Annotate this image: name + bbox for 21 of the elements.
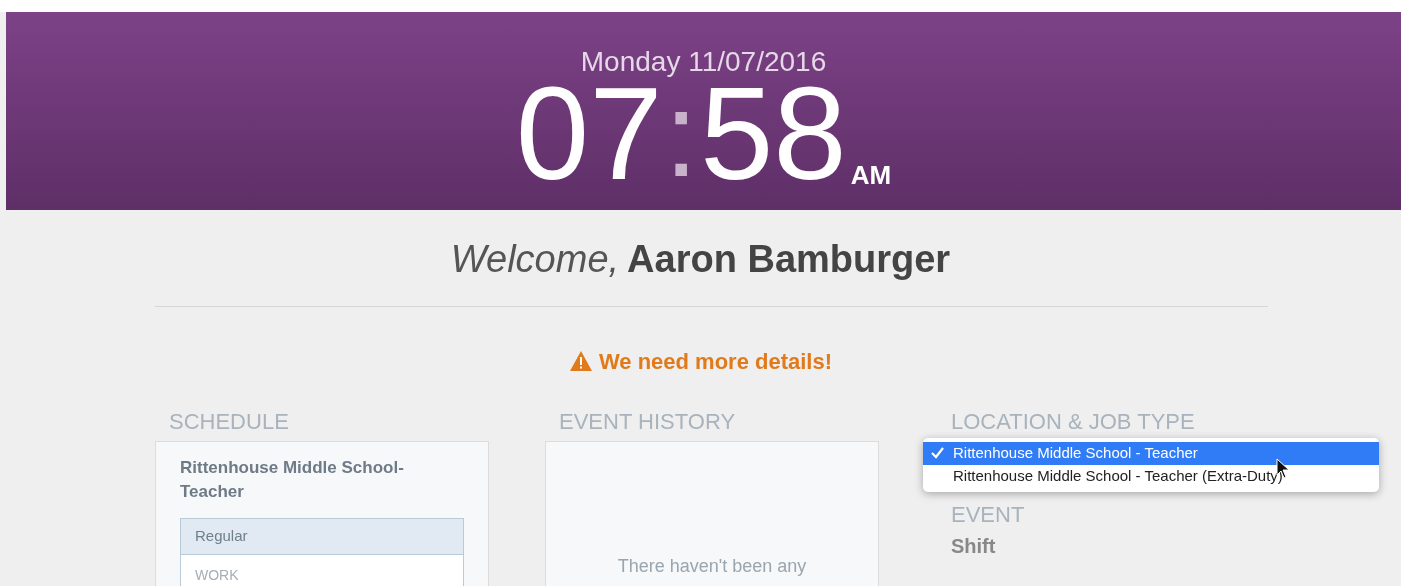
- section-title: EVENT HISTORY: [559, 407, 737, 435]
- shift-type-header: Regular: [181, 519, 463, 555]
- event-value: Shift: [951, 533, 997, 559]
- clock-minutes: 58: [699, 78, 847, 190]
- date-text: Monday 11/07/2016: [580, 48, 827, 76]
- shift-label: WORK: [194, 566, 240, 585]
- warning-icon: [568, 350, 593, 372]
- welcome-greeting: Welcome,: [450, 237, 620, 282]
- clock-hours: 07: [515, 78, 663, 190]
- alert-message: We need more details!: [598, 347, 833, 376]
- section-title: SCHEDULE: [169, 407, 290, 435]
- empty-message: There haven't been any: [616, 555, 808, 578]
- user-name: Aaron Bamburger: [627, 237, 951, 282]
- clock-separator: :: [664, 78, 698, 190]
- checkmark-icon: [931, 447, 944, 459]
- section-title: EVENT: [951, 501, 1026, 529]
- job-title: Rittenhouse Middle School-Teacher: [180, 457, 405, 503]
- dropdown-option[interactable]: Rittenhouse Middle School - Teacher (Extra-Duty): [923, 464, 1379, 488]
- section-title: LOCATION & JOB TYPE: [951, 407, 1196, 435]
- dropdown-option[interactable]: Rittenhouse Middle School - Teacher: [923, 441, 1379, 465]
- meridiem-text: AM: [850, 162, 892, 188]
